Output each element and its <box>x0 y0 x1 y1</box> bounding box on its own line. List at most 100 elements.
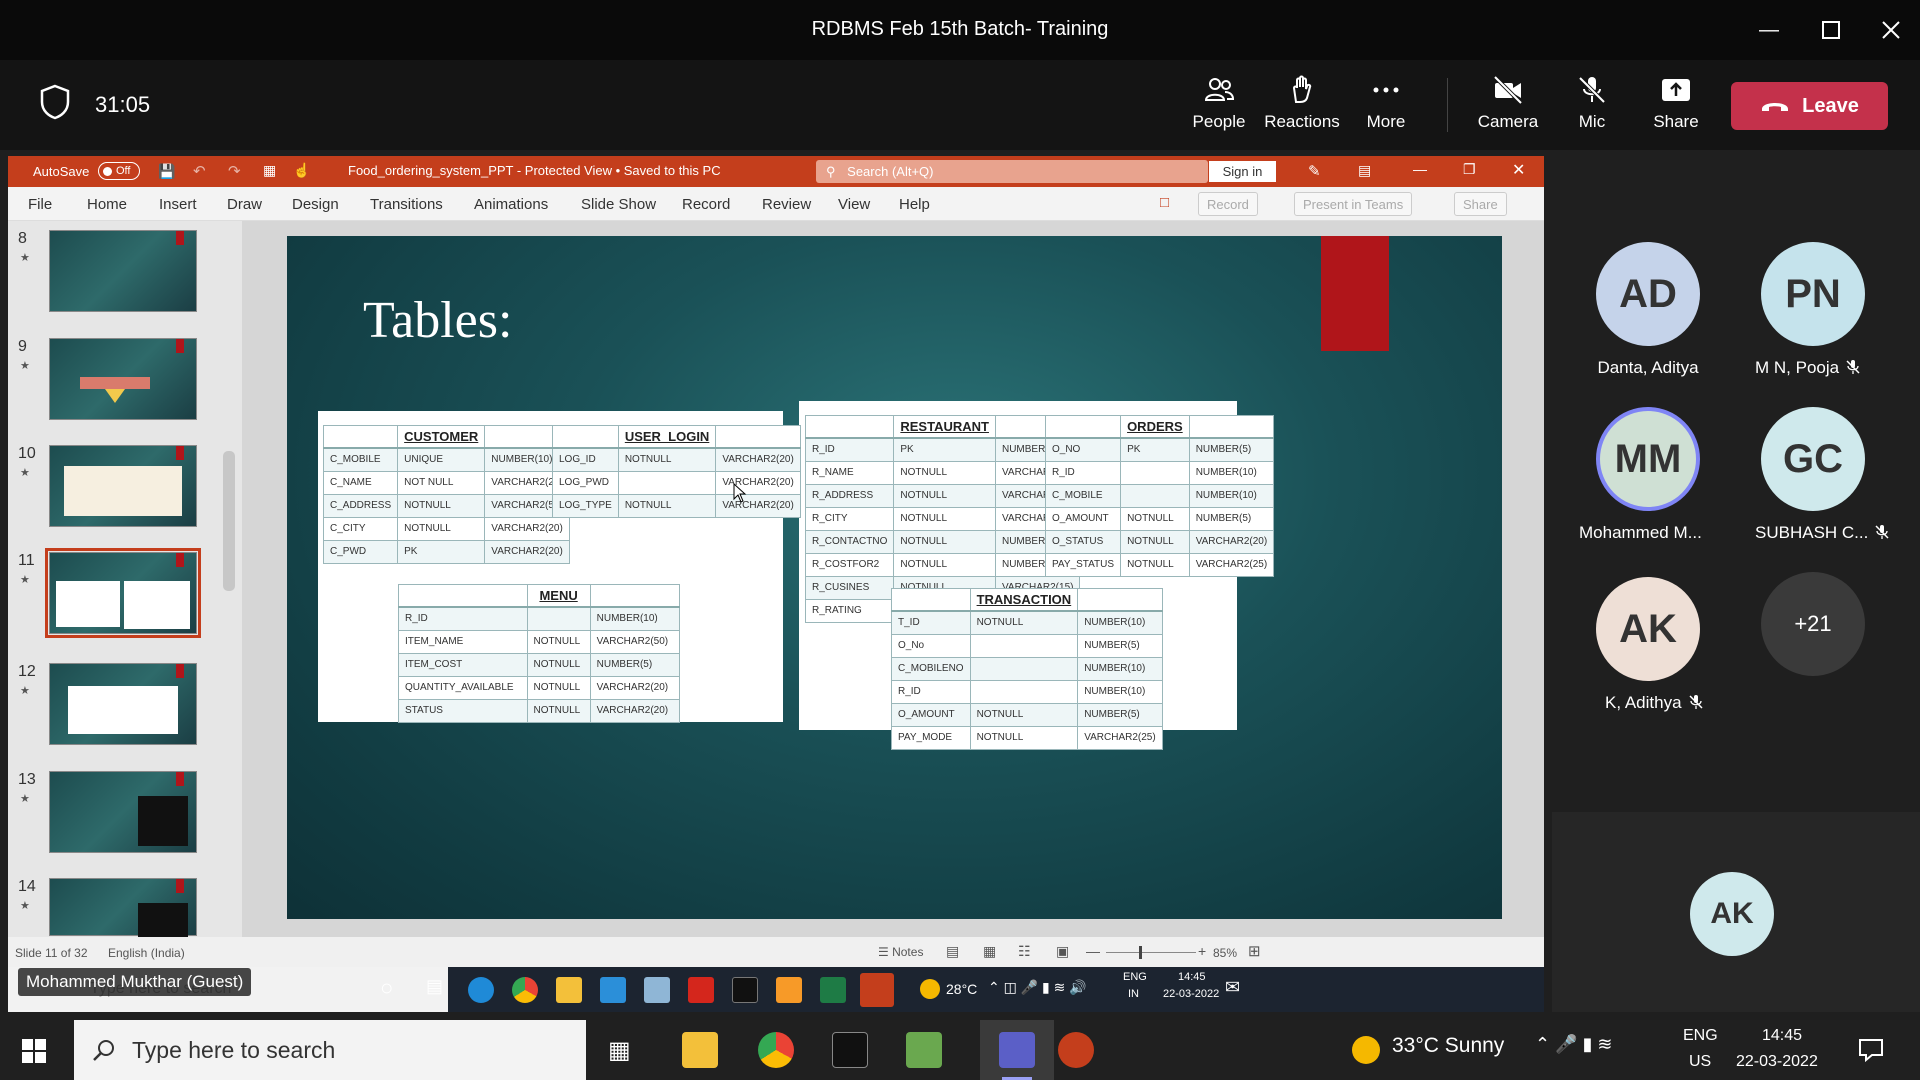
pp-minimize-button[interactable]: — <box>1413 161 1427 177</box>
fit-to-window-icon[interactable]: ⊞ <box>1248 942 1261 960</box>
slide-thumbnail-10[interactable] <box>49 445 197 527</box>
more-participants-button[interactable]: +21 <box>1761 572 1865 676</box>
touch-mode-icon[interactable]: ☝ <box>293 162 310 179</box>
clock-date[interactable]: 22-03-2022 <box>1736 1053 1818 1071</box>
save-icon[interactable]: 💾 <box>158 163 175 180</box>
presenter-date: 22-03-2022 <box>1163 988 1220 1000</box>
slide-thumbnail-9[interactable] <box>49 338 197 420</box>
ribbon-share-button[interactable]: Share <box>1454 192 1507 216</box>
avatar[interactable]: PN <box>1761 242 1865 346</box>
zoom-slider[interactable] <box>1106 952 1196 953</box>
autosave-toggle[interactable]: Off <box>98 162 140 180</box>
teams-icon <box>999 1032 1035 1068</box>
windows-start-icon[interactable] <box>22 1039 46 1063</box>
normal-view-icon[interactable]: ▤ <box>946 943 959 960</box>
camera-button[interactable]: Camera <box>1468 74 1548 138</box>
tab-review[interactable]: Review <box>762 196 811 213</box>
column-name-cell: C_NAME <box>322 470 399 495</box>
leave-button[interactable]: Leave <box>1731 82 1888 130</box>
column-name-cell: LOG_ID <box>552 447 619 472</box>
tab-insert[interactable]: Insert <box>159 196 197 213</box>
tab-view[interactable]: View <box>838 196 870 213</box>
notification-center-icon[interactable] <box>1858 1038 1884 1062</box>
zoom-in-button[interactable]: + <box>1198 943 1206 959</box>
reading-view-icon[interactable]: ☷ <box>1018 943 1031 960</box>
tab-slide-show[interactable]: Slide Show <box>581 196 656 213</box>
pp-restore-button[interactable]: ❐ <box>1463 161 1476 178</box>
input-region[interactable]: US <box>1689 1053 1711 1071</box>
clock-time[interactable]: 14:45 <box>1762 1027 1802 1045</box>
avatar-active-speaker[interactable]: MM <box>1596 407 1700 511</box>
present-in-teams-button[interactable]: Present in Teams <box>1294 192 1413 216</box>
table-name: ORDERS <box>1120 415 1190 439</box>
table-row: C_MOBILE UNIQUE NUMBER(10) <box>322 447 570 472</box>
zoom-slider-thumb[interactable] <box>1139 946 1142 959</box>
pen-icon[interactable]: ✎ <box>1308 162 1321 180</box>
zoom-out-button[interactable]: — <box>1086 943 1100 959</box>
comments-icon[interactable]: □ <box>1160 194 1169 211</box>
table-row: C_MOBILE NUMBER(10) <box>1044 483 1275 508</box>
toolbar-divider <box>1447 78 1448 132</box>
file-explorer-icon[interactable] <box>682 1032 718 1068</box>
avatar[interactable]: GC <box>1761 407 1865 511</box>
tab-animations[interactable]: Animations <box>474 196 548 213</box>
tab-home[interactable]: Home <box>87 196 127 213</box>
record-button[interactable]: Record <box>1198 192 1258 216</box>
slide-thumbnail-8[interactable] <box>49 230 197 312</box>
avatar[interactable]: AD <box>1596 242 1700 346</box>
chrome-icon[interactable] <box>758 1032 794 1068</box>
teams-taskbar-active[interactable] <box>980 1020 1054 1080</box>
constraint-cell: NOTNULL <box>1120 506 1190 531</box>
people-icon <box>1204 78 1235 101</box>
tab-transitions[interactable]: Transitions <box>370 196 443 213</box>
sublime-icon <box>776 977 802 1003</box>
tab-file[interactable]: File <box>28 196 52 213</box>
redo-icon[interactable]: ↷ <box>228 162 241 180</box>
reactions-button[interactable]: Reactions <box>1262 74 1342 138</box>
table-row: R_COSTFOR2 NOTNULL NUMBER(5) <box>804 552 1081 577</box>
presenter-lang: ENG <box>1123 971 1147 983</box>
slide-thumbnail-14[interactable] <box>49 878 197 937</box>
ribbon-display-icon[interactable]: ▤ <box>1358 162 1371 179</box>
tab-record[interactable]: Record <box>682 196 730 213</box>
more-button[interactable]: More <box>1346 74 1426 138</box>
column-name-cell: R_ID <box>1044 460 1122 485</box>
slide-thumbnail-13[interactable] <box>49 771 197 853</box>
sign-in-button[interactable]: Sign in <box>1209 161 1276 182</box>
minimize-button[interactable]: — <box>1744 10 1794 50</box>
terminal-icon[interactable] <box>832 1032 868 1068</box>
thumbnail-scrollbar[interactable] <box>223 451 235 591</box>
table-header-row: ORDERS <box>1044 415 1275 439</box>
tab-draw[interactable]: Draw <box>227 196 262 213</box>
avatar[interactable]: AK <box>1596 577 1700 681</box>
powerpoint-icon[interactable] <box>1058 1032 1094 1068</box>
mic-button[interactable]: Mic <box>1552 74 1632 138</box>
slide-thumbnail-12[interactable] <box>49 663 197 745</box>
table-row: T_ID NOTNULL NUMBER(10) <box>891 610 1163 635</box>
weather-text[interactable]: 33°C Sunny <box>1392 1034 1504 1058</box>
excel-icon <box>820 977 846 1003</box>
present-icon[interactable]: ▦ <box>263 162 276 179</box>
people-button[interactable]: People <box>1179 74 1259 138</box>
task-view-icon[interactable]: ▦ <box>608 1036 631 1065</box>
input-language[interactable]: ENG <box>1683 1027 1718 1045</box>
star-icon: ★ <box>20 360 30 372</box>
greenshot-icon[interactable] <box>906 1032 942 1068</box>
tab-help[interactable]: Help <box>899 196 930 213</box>
pp-close-button[interactable]: ✕ <box>1512 160 1525 180</box>
notes-button[interactable]: ☰ Notes <box>878 945 923 959</box>
undo-icon[interactable]: ↶ <box>193 162 206 180</box>
tray-icons[interactable]: ⌃ 🎤 ▮ ≋ <box>1535 1034 1612 1055</box>
maximize-button[interactable] <box>1806 10 1856 50</box>
slide-sorter-icon[interactable]: ▦ <box>983 943 996 960</box>
share-button[interactable]: Share <box>1636 74 1716 138</box>
slide-thumbnail-11[interactable] <box>49 552 197 634</box>
slideshow-icon[interactable]: ▣ <box>1056 943 1069 960</box>
share-screen-icon <box>1662 79 1690 101</box>
zoom-level[interactable]: 85% <box>1213 946 1237 960</box>
taskbar-search-box[interactable]: Type here to search <box>74 1020 586 1080</box>
close-button[interactable] <box>1866 10 1916 50</box>
search-box[interactable]: ⚲ Search (Alt+Q) <box>816 160 1208 183</box>
constraint-cell: NOTNULL <box>1120 529 1190 554</box>
tab-design[interactable]: Design <box>292 196 339 213</box>
